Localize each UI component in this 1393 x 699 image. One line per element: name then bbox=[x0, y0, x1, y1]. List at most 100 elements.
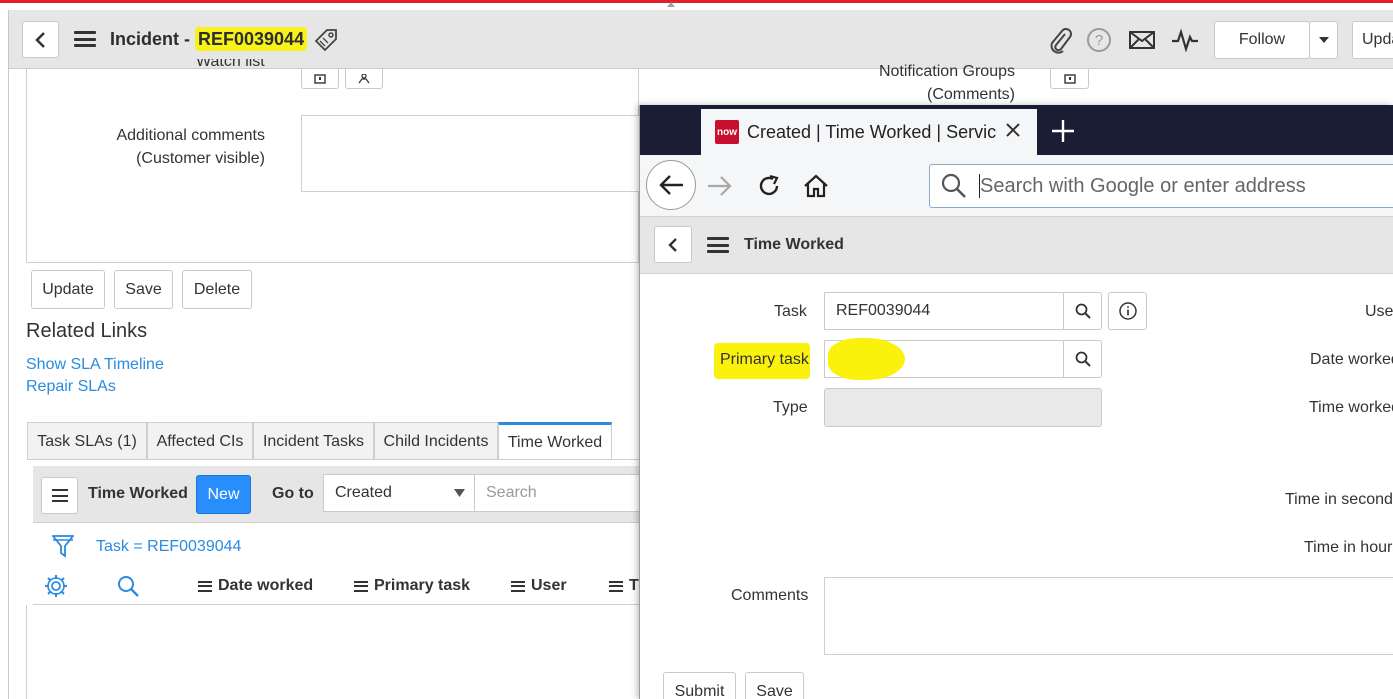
form-menu-icon[interactable] bbox=[74, 31, 96, 47]
additional-comments-label: Additional comments (Customer visible) bbox=[116, 127, 265, 167]
tab-incident-tasks[interactable]: Incident Tasks bbox=[253, 422, 374, 460]
follow-button[interactable]: Follow bbox=[1214, 21, 1310, 59]
goto-label: Go to bbox=[272, 485, 314, 502]
filter-icon[interactable] bbox=[51, 534, 75, 563]
type-field bbox=[824, 388, 1102, 427]
repair-slas-link[interactable]: Repair SLAs bbox=[26, 378, 116, 396]
save-button[interactable]: Save bbox=[114, 270, 173, 309]
list-header-divider bbox=[33, 604, 640, 605]
list-settings-gear-icon[interactable] bbox=[44, 574, 68, 603]
close-tab-icon[interactable] bbox=[1005, 122, 1021, 143]
title-prefix: Incident - bbox=[110, 29, 195, 49]
search-icon bbox=[1075, 351, 1091, 367]
comments-label: Comments bbox=[731, 587, 809, 604]
caret-down-icon bbox=[1318, 37, 1329, 43]
tab-child-incidents[interactable]: Child Incidents bbox=[374, 422, 498, 460]
svg-text:?: ? bbox=[1095, 32, 1103, 49]
related-links-title: Related Links bbox=[26, 320, 148, 342]
activity-icon[interactable] bbox=[1171, 28, 1199, 57]
chevron-left-icon bbox=[668, 237, 677, 252]
browser-forward-icon[interactable] bbox=[707, 175, 733, 202]
browser-tab-title: Created | Time Worked | Service bbox=[747, 121, 997, 142]
tag-icon[interactable] bbox=[313, 27, 339, 58]
home-icon[interactable] bbox=[803, 173, 829, 204]
browser-back-button[interactable] bbox=[646, 160, 696, 210]
task-label: Task bbox=[774, 303, 807, 320]
update-header-button[interactable]: Upda bbox=[1352, 21, 1393, 59]
frame-left-border bbox=[8, 10, 9, 699]
tab-time-worked[interactable]: Time Worked bbox=[498, 422, 612, 460]
tab-task-slas[interactable]: Task SLAs (1) bbox=[27, 422, 147, 460]
browser-top-border bbox=[0, 0, 1393, 3]
chevron-left-icon bbox=[34, 31, 45, 48]
delete-button[interactable]: Delete bbox=[182, 270, 252, 309]
column-menu-icon bbox=[511, 580, 525, 592]
task-info-button[interactable] bbox=[1108, 292, 1147, 330]
incident-number: REF0039044 bbox=[195, 27, 308, 51]
arrow-left-icon bbox=[659, 175, 683, 195]
page-title: Incident - REF0039044 bbox=[110, 27, 308, 51]
show-sla-timeline-link[interactable]: Show SLA Timeline bbox=[26, 356, 164, 374]
popup-browser-window: now Created | Time Worked | Service Sear… bbox=[639, 105, 1393, 699]
list-menu-button[interactable] bbox=[41, 477, 78, 514]
lock-icon bbox=[1063, 73, 1076, 84]
collapse-caret-icon[interactable] bbox=[667, 2, 675, 7]
popup-save-button[interactable]: Save bbox=[745, 672, 804, 699]
list-search-icon[interactable] bbox=[117, 575, 139, 602]
info-icon bbox=[1118, 302, 1137, 320]
goto-field-select[interactable]: Created bbox=[323, 474, 475, 512]
lock-icon bbox=[314, 73, 326, 84]
list-left-border bbox=[26, 605, 27, 699]
list-title: Time Worked bbox=[88, 485, 188, 502]
watch-list-add-me-button[interactable] bbox=[345, 69, 383, 89]
primary-task-lookup-button[interactable] bbox=[1063, 340, 1102, 378]
column-header-user[interactable]: User bbox=[511, 577, 567, 595]
attachment-icon[interactable] bbox=[1047, 26, 1073, 59]
watch-list-lock-button[interactable] bbox=[301, 69, 339, 89]
column-header-date-worked[interactable]: Date worked bbox=[198, 577, 313, 595]
notification-groups-lock-button[interactable] bbox=[1050, 69, 1089, 89]
task-lookup-button[interactable] bbox=[1063, 292, 1102, 330]
time-in-seconds-label: Time in seconds bbox=[1285, 491, 1393, 508]
task-input[interactable]: REF0039044 bbox=[824, 292, 1064, 330]
email-icon[interactable] bbox=[1128, 30, 1156, 55]
servicenow-favicon: now bbox=[715, 120, 739, 144]
primary-task-input-highlight bbox=[828, 338, 905, 380]
tab-divider bbox=[27, 459, 640, 460]
caret-down-icon bbox=[454, 489, 465, 497]
browser-tab[interactable]: now Created | Time Worked | Service bbox=[701, 109, 1037, 155]
address-bar[interactable]: Search with Google or enter address bbox=[929, 164, 1393, 208]
filter-breadcrumb[interactable]: Task = REF0039044 bbox=[96, 538, 241, 556]
back-button[interactable] bbox=[22, 21, 59, 58]
popup-form-title: Time Worked bbox=[744, 236, 844, 253]
column-header-primary-task[interactable]: Primary task bbox=[354, 577, 470, 595]
new-button[interactable]: New bbox=[196, 475, 251, 514]
notification-groups-label: Notification Groups (Comments) bbox=[878, 63, 1015, 103]
help-icon[interactable]: ? bbox=[1086, 27, 1112, 58]
additional-comments-textarea[interactable] bbox=[301, 115, 641, 192]
column-menu-icon bbox=[354, 580, 368, 592]
popup-back-button[interactable] bbox=[654, 226, 692, 263]
update-button[interactable]: Update bbox=[31, 270, 105, 309]
list-menu-icon bbox=[51, 489, 68, 502]
update-header-label: Upda bbox=[1362, 31, 1393, 48]
follow-dropdown-button[interactable] bbox=[1309, 21, 1338, 59]
follow-label: Follow bbox=[1238, 31, 1286, 48]
search-icon bbox=[1075, 303, 1091, 319]
column-menu-icon bbox=[609, 580, 623, 592]
comments-textarea[interactable] bbox=[824, 577, 1393, 655]
watch-list-label: Watch list bbox=[196, 59, 265, 70]
search-icon bbox=[941, 173, 966, 198]
list-search-input[interactable]: Search bbox=[474, 474, 644, 512]
tab-affected-cis[interactable]: Affected CIs bbox=[147, 422, 253, 460]
column-menu-icon bbox=[198, 580, 212, 592]
time-in-hours-label: Time in hours bbox=[1304, 539, 1393, 556]
column-header-truncated[interactable]: T bbox=[609, 577, 639, 595]
date-worked-label: Date worked bbox=[1310, 351, 1393, 368]
primary-task-label: Primary task bbox=[720, 351, 809, 368]
submit-button[interactable]: Submit bbox=[663, 672, 736, 699]
reload-icon[interactable] bbox=[757, 174, 781, 203]
popup-menu-icon[interactable] bbox=[707, 237, 729, 253]
time-worked-label: Time worked bbox=[1309, 399, 1393, 416]
new-tab-plus-icon[interactable] bbox=[1051, 119, 1075, 148]
